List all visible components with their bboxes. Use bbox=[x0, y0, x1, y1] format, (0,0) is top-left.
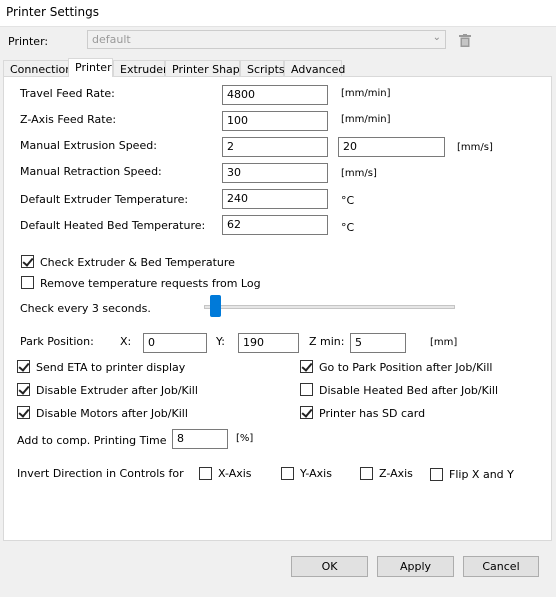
park-y-input[interactable]: 190 bbox=[238, 333, 299, 353]
disable-motors-checkbox[interactable] bbox=[17, 406, 30, 419]
travel-feed-rate-label: Travel Feed Rate: bbox=[20, 87, 115, 100]
park-zmin-input[interactable]: 5 bbox=[350, 333, 406, 353]
comp-printing-time-unit: [%] bbox=[236, 433, 254, 444]
z-axis-feed-rate-label: Z-Axis Feed Rate: bbox=[20, 113, 117, 126]
manual-extrusion-speed-unit: [mm/s] bbox=[457, 142, 493, 153]
title-bar: Printer Settings bbox=[0, 0, 556, 27]
check-interval-slider-track[interactable] bbox=[204, 305, 455, 309]
disable-heated-bed-checkbox[interactable] bbox=[300, 383, 313, 396]
tab-extruder[interactable]: Extruder bbox=[113, 60, 168, 76]
park-x-label: X: bbox=[120, 335, 132, 348]
default-heated-bed-temperature-unit: °C bbox=[341, 221, 355, 234]
disable-heated-bed-label: Disable Heated Bed after Job/Kill bbox=[319, 384, 498, 397]
window-title: Printer Settings bbox=[6, 5, 99, 19]
default-heated-bed-temperature-label: Default Heated Bed Temperature: bbox=[20, 219, 206, 232]
tab-advanced[interactable]: Advanced bbox=[284, 60, 345, 76]
disable-motors-label: Disable Motors after Job/Kill bbox=[36, 407, 188, 420]
printer-has-sd-card-label: Printer has SD card bbox=[319, 407, 426, 420]
z-axis-feed-rate-unit: [mm/min] bbox=[341, 114, 391, 125]
default-heated-bed-temperature-input[interactable]: 62 bbox=[222, 215, 328, 235]
check-temperature-label: Check Extruder & Bed Temperature bbox=[40, 256, 235, 269]
flip-x-and-y-checkbox[interactable] bbox=[430, 468, 443, 481]
check-temperature-checkbox[interactable] bbox=[21, 255, 34, 268]
remove-temperature-requests-label: Remove temperature requests from Log bbox=[40, 277, 261, 290]
remove-temperature-requests-checkbox[interactable] bbox=[21, 276, 34, 289]
disable-extruder-checkbox[interactable] bbox=[17, 383, 30, 396]
invert-y-axis-label: Y-Axis bbox=[300, 467, 332, 480]
travel-feed-rate-input[interactable]: 4800 bbox=[222, 85, 328, 105]
z-axis-feed-rate-input[interactable]: 100 bbox=[222, 111, 328, 131]
invert-direction-label: Invert Direction in Controls for bbox=[17, 467, 184, 480]
printer-select-value: default bbox=[92, 33, 131, 46]
invert-y-axis-checkbox[interactable] bbox=[281, 467, 294, 480]
travel-feed-rate-unit: [mm/min] bbox=[341, 88, 391, 99]
cancel-button[interactable]: Cancel bbox=[463, 556, 539, 577]
flip-x-and-y-label: Flip X and Y bbox=[449, 468, 514, 481]
invert-z-axis-checkbox[interactable] bbox=[360, 467, 373, 480]
manual-retraction-speed-label: Manual Retraction Speed: bbox=[20, 165, 162, 178]
manual-extrusion-speed-input-2[interactable]: 20 bbox=[338, 137, 445, 157]
default-extruder-temperature-label: Default Extruder Temperature: bbox=[20, 193, 189, 206]
manual-extrusion-speed-label: Manual Extrusion Speed: bbox=[20, 139, 157, 152]
disable-extruder-label: Disable Extruder after Job/Kill bbox=[36, 384, 198, 397]
park-x-input[interactable]: 0 bbox=[143, 333, 207, 353]
send-eta-label: Send ETA to printer display bbox=[36, 361, 186, 374]
default-extruder-temperature-unit: °C bbox=[341, 194, 355, 207]
check-interval-slider-thumb[interactable] bbox=[210, 295, 221, 317]
send-eta-checkbox[interactable] bbox=[17, 360, 30, 373]
park-y-label: Y: bbox=[216, 335, 225, 348]
park-zmin-label: Z min: bbox=[309, 335, 345, 348]
invert-x-axis-label: X-Axis bbox=[218, 467, 252, 480]
tab-connection[interactable]: Connection bbox=[3, 60, 72, 76]
comp-printing-time-input[interactable]: 8 bbox=[172, 429, 228, 449]
printer-has-sd-card-checkbox[interactable] bbox=[300, 406, 313, 419]
park-position-label: Park Position: bbox=[20, 335, 94, 348]
chevron-down-icon: ⌄ bbox=[432, 32, 441, 43]
go-to-park-label: Go to Park Position after Job/Kill bbox=[319, 361, 493, 374]
tab-scripts[interactable]: Scripts bbox=[240, 60, 285, 76]
ok-button[interactable]: OK bbox=[291, 556, 368, 577]
default-extruder-temperature-input[interactable]: 240 bbox=[222, 189, 328, 209]
printer-label: Printer: bbox=[8, 35, 49, 48]
trash-icon[interactable] bbox=[459, 34, 471, 47]
apply-button[interactable]: Apply bbox=[377, 556, 454, 577]
manual-extrusion-speed-input-1[interactable]: 2 bbox=[222, 137, 328, 157]
tab-printer-shape[interactable]: Printer Shape bbox=[165, 60, 247, 76]
manual-retraction-speed-unit: [mm/s] bbox=[341, 168, 377, 179]
invert-x-axis-checkbox[interactable] bbox=[199, 467, 212, 480]
printer-select[interactable]: default ⌄ bbox=[87, 30, 446, 49]
tab-printer[interactable]: Printer bbox=[68, 58, 113, 77]
park-unit: [mm] bbox=[430, 337, 458, 348]
invert-z-axis-label: Z-Axis bbox=[379, 467, 413, 480]
comp-printing-time-label: Add to comp. Printing Time bbox=[17, 434, 167, 447]
check-every-label: Check every 3 seconds. bbox=[20, 302, 151, 315]
go-to-park-checkbox[interactable] bbox=[300, 360, 313, 373]
manual-retraction-speed-input[interactable]: 30 bbox=[222, 163, 328, 183]
